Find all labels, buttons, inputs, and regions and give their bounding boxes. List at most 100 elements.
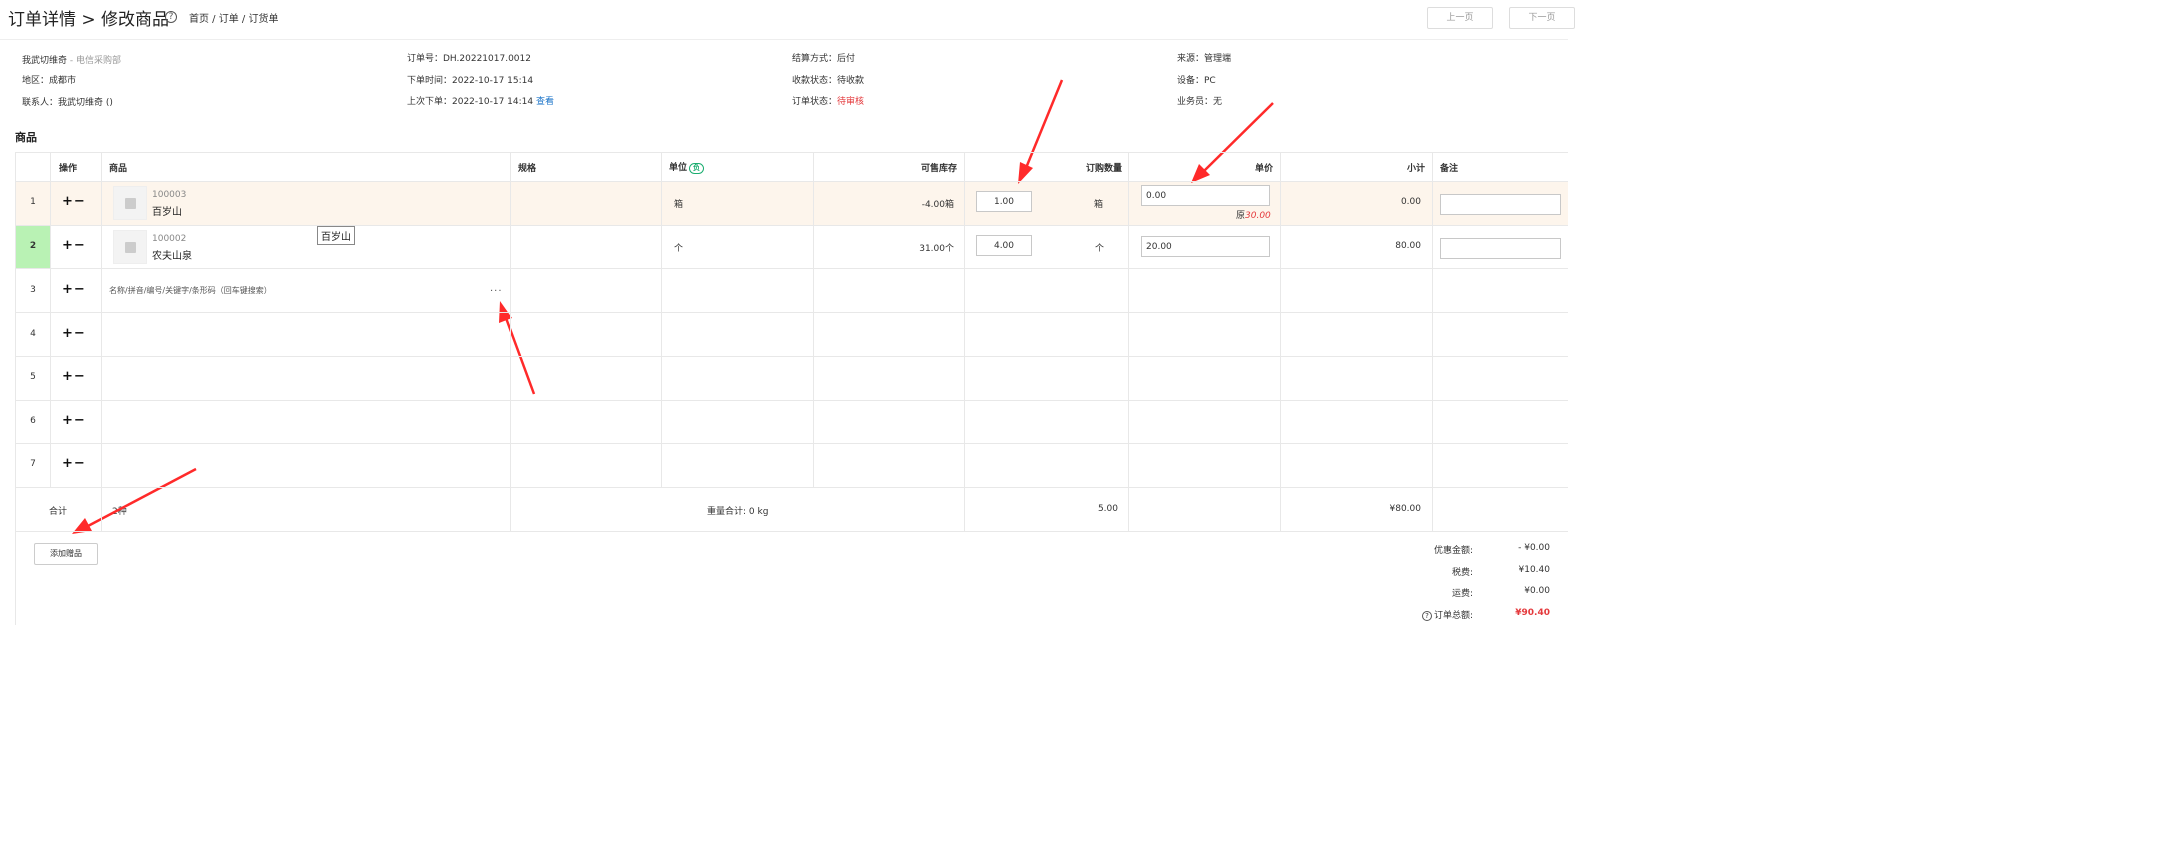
th-unit-label: 单位 (669, 163, 688, 173)
order-status-value: 待审核 (837, 97, 865, 107)
row-number: 1 (30, 197, 36, 207)
remark-input[interactable] (1440, 238, 1561, 259)
add-remove-row-buttons[interactable]: +− (62, 238, 86, 253)
row-subtotal: 80.00 (1395, 241, 1421, 251)
price-input[interactable] (1141, 236, 1270, 257)
product-name-tooltip: 百岁山 (317, 226, 355, 245)
tax-label: 税费: (1451, 568, 1473, 578)
original-price-value: 30.00 (1245, 211, 1271, 221)
th-remark: 备注 (1440, 164, 1459, 174)
table-column-divider (813, 152, 814, 487)
original-price-label: 原 (1236, 211, 1246, 221)
next-page-button[interactable]: 下一页 (1509, 7, 1575, 29)
red-arrow-icon (72, 467, 197, 534)
table-column-divider (964, 487, 965, 531)
th-op: 操作 (59, 164, 78, 174)
table-column-divider (1432, 152, 1433, 487)
add-remove-row-buttons[interactable]: +− (62, 326, 86, 341)
add-remove-row-buttons[interactable]: +− (62, 413, 86, 428)
quantity-unit: 箱 (1094, 200, 1104, 210)
order-device: 设备：PC (1177, 76, 1216, 86)
shipping-label: 运费: (1451, 589, 1473, 599)
product-search-input[interactable]: 名称/拼音/编号/关键字/条形码（回车键搜索） (109, 285, 272, 296)
image-placeholder-icon (125, 242, 136, 253)
order-number: 订单号：DH.20221017.0012 (407, 54, 531, 64)
table-column-divider (1280, 152, 1281, 487)
last-order-text: 上次下单：2022-10-17 14:14 (407, 97, 534, 107)
order-total-label-text: 订单总额: (1433, 611, 1473, 621)
row-subtotal: 0.00 (1400, 197, 1421, 207)
product-name[interactable]: 百岁山 (152, 203, 182, 218)
unit-badge: 负 (689, 163, 705, 174)
table-column-divider (510, 487, 511, 531)
table-column-divider (101, 487, 102, 531)
salesman: 业务员：无 (1177, 97, 1223, 107)
table-column-divider (510, 152, 511, 487)
customer-name-text: 我武切维奇 (22, 56, 68, 66)
add-remove-row-buttons[interactable]: +− (62, 282, 86, 297)
table-row-divider (15, 152, 1568, 153)
more-options-button[interactable]: ... (490, 283, 503, 294)
th-qty: 订购数量 (1085, 164, 1122, 174)
order-source: 来源：管理端 (1177, 54, 1232, 64)
quantity-unit: 个 (1095, 244, 1105, 254)
quantity-input[interactable] (976, 235, 1032, 256)
row-number: 5 (30, 372, 36, 382)
quantity-input[interactable] (976, 191, 1032, 212)
section-title-products: 商品 (15, 131, 37, 144)
add-gift-button[interactable]: 添加赠品 (34, 543, 98, 565)
add-remove-row-buttons[interactable]: +− (62, 369, 86, 384)
highlighted-row (16, 182, 1568, 225)
page-title: 订单详情 > 修改商品 (8, 10, 170, 30)
table-column-divider (1280, 487, 1281, 531)
product-thumbnail[interactable] (113, 230, 147, 264)
tax-value: ¥10.40 (1518, 565, 1551, 575)
prev-page-button[interactable]: 上一页 (1427, 7, 1493, 29)
order-status-label: 订单状态： (792, 97, 838, 107)
total-quantity: 5.00 (1097, 504, 1118, 514)
table-row-divider (15, 531, 1568, 532)
discount-label: 优惠金额: (1433, 546, 1473, 556)
table-row-divider (15, 443, 1568, 444)
shipping-value: ¥0.00 (1524, 586, 1550, 596)
product-name[interactable]: 农夫山泉 (152, 247, 192, 262)
settle-method: 结算方式：后付 (792, 54, 856, 64)
table-row-divider (15, 225, 1568, 226)
product-code: 100003 (152, 190, 187, 200)
order-total-label: ? 订单总额: (1393, 608, 1473, 621)
customer-name: 我武切维奇 - 电信采购部 (22, 53, 121, 66)
table-column-divider (50, 152, 51, 487)
row-number: 3 (30, 285, 36, 295)
product-code: 100002 (152, 234, 187, 244)
add-remove-row-buttons[interactable]: +− (62, 194, 86, 209)
th-price: 单价 (1254, 164, 1273, 174)
total-weight: 重量合计: 0 kg (707, 507, 769, 517)
order-time: 下单时间：2022-10-17 15:14 (407, 76, 534, 86)
product-thumbnail[interactable] (113, 186, 147, 220)
th-product: 商品 (109, 164, 128, 174)
original-price: 原30.00 (1236, 208, 1271, 221)
product-stock: -4.00箱 (921, 200, 954, 210)
total-kinds: 2种 (112, 507, 127, 517)
product-unit: 箱 (674, 200, 684, 210)
table-column-divider (964, 152, 965, 487)
view-last-order-link[interactable]: 查看 (536, 97, 554, 107)
table-column-divider (661, 152, 662, 487)
price-input[interactable] (1141, 185, 1270, 206)
total-label: 合计 (49, 507, 68, 517)
customer-dept: - 电信采购部 (67, 56, 121, 66)
table-row-divider (15, 268, 1568, 269)
th-unit: 单位负 (669, 160, 705, 174)
table-row-divider (15, 181, 1568, 182)
contact-info: 联系人：我武切维奇 () (22, 98, 113, 108)
question-icon[interactable]: ? (1421, 611, 1432, 621)
help-icon[interactable]: ? (165, 11, 177, 23)
table-row-divider (15, 312, 1568, 313)
th-subtotal: 小计 (1406, 164, 1425, 174)
breadcrumb[interactable]: 首页 / 订单 / 订货单 (189, 10, 278, 25)
collect-status: 收款状态：待收款 (792, 76, 865, 86)
table-column-divider (101, 152, 102, 487)
add-remove-row-buttons[interactable]: +− (62, 456, 86, 471)
remark-input[interactable] (1440, 194, 1561, 215)
product-unit: 个 (674, 244, 684, 254)
